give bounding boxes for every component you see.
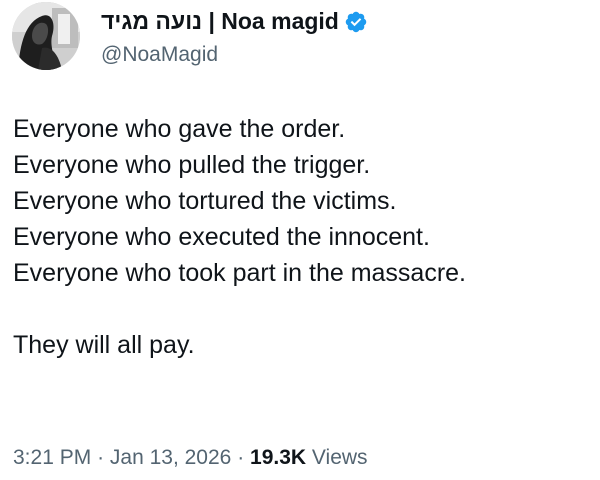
tweet-closing-line: They will all pay. [13, 331, 195, 359]
tweet-line: Everyone who pulled the trigger. [13, 151, 371, 179]
author-identity: נועה מגיד | Noa magid @NoaMagid [101, 6, 368, 67]
avatar-photo [12, 2, 80, 70]
tweet-text: Everyone who gave the order. Everyone wh… [13, 111, 593, 363]
meta-separator: · [97, 446, 105, 469]
tweet-time[interactable]: 3:21 PM [13, 446, 91, 469]
tweet-header: נועה מגיד | Noa magid @NoaMagid [12, 2, 368, 70]
tweet-line: Everyone who took part in the massacre. [13, 259, 467, 287]
tweet-line: Everyone who tortured the victims. [13, 187, 397, 215]
avatar[interactable] [12, 2, 80, 70]
display-name[interactable]: נועה מגיד | Noa magid [101, 8, 339, 35]
tweet-card: נועה מגיד | Noa magid @NoaMagid Everyone… [0, 0, 600, 480]
tweet-line: Everyone who gave the order. [13, 115, 346, 143]
meta-separator: · [237, 446, 245, 469]
views-count: 19.3K [250, 446, 307, 469]
tweet-date[interactable]: Jan 13, 2026 [110, 446, 231, 469]
tweet-timestamp[interactable]: 3:21 PM · Jan 13, 2026 [13, 446, 231, 469]
author-handle[interactable]: @NoaMagid [101, 43, 368, 67]
verified-badge-icon[interactable] [344, 10, 368, 34]
tweet-meta: 3:21 PM · Jan 13, 2026 · 19.3K Views [13, 446, 368, 470]
name-row: נועה מגיד | Noa magid [101, 6, 368, 38]
tweet-line: Everyone who executed the innocent. [13, 223, 430, 251]
views-label: Views [311, 446, 368, 469]
